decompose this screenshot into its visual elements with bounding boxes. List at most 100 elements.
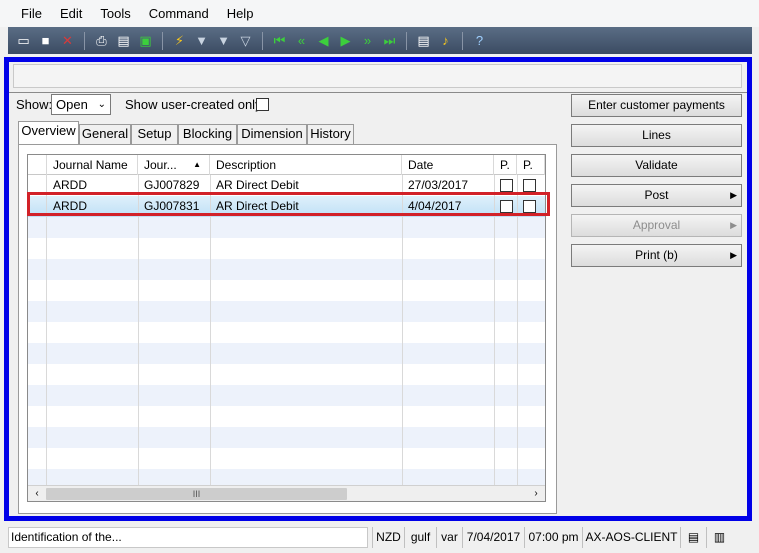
menu-file[interactable]: File xyxy=(12,0,51,27)
menu-tools[interactable]: Tools xyxy=(91,0,139,27)
help-icon[interactable]: ? xyxy=(470,31,489,50)
row-selector xyxy=(28,322,47,343)
remove-filter-icon[interactable]: ▽ xyxy=(236,31,255,50)
toolbar: ▭ ■ ✕ ⎙ ▤ ▣ ⚡ ▼ ▼ ▽ ⏮ « ◀ ▶ » ⏭ ▤ ♪ ? xyxy=(8,27,752,54)
status-date: 7/04/2017 xyxy=(462,527,524,548)
scrollbar-thumb[interactable]: III xyxy=(46,488,347,500)
previous-page-icon[interactable]: « xyxy=(292,31,311,50)
database-cylinder-icon[interactable]: ▥ xyxy=(706,527,732,548)
empty-row xyxy=(28,280,545,301)
advanced-filter-icon[interactable]: ▼ xyxy=(214,31,233,50)
toolbar-separator xyxy=(462,31,463,50)
empty-row xyxy=(28,406,545,427)
tab-general[interactable]: General xyxy=(79,124,131,144)
empty-row xyxy=(28,364,545,385)
tab-setup[interactable]: Setup xyxy=(131,124,178,144)
grid-header: Journal Name Jour... ▲ Description Date … xyxy=(28,155,545,175)
empty-row xyxy=(28,217,545,238)
header-row-selector xyxy=(28,155,47,175)
header-p2[interactable]: P. xyxy=(517,155,545,175)
post-button-label: Post xyxy=(644,188,669,202)
tab-dimension[interactable]: Dimension xyxy=(237,124,307,144)
show-dropdown-value: Open xyxy=(56,97,88,112)
print-preview-icon[interactable]: ▤ xyxy=(114,31,133,50)
status-help-text: Identification of the... xyxy=(8,527,368,548)
horizontal-scrollbar[interactable]: ‹ III › xyxy=(28,485,545,501)
status-layer: var xyxy=(436,527,462,548)
row-selector xyxy=(28,448,47,469)
info-bar xyxy=(13,64,742,88)
previous-record-icon[interactable]: ◀ xyxy=(314,31,333,50)
empty-row xyxy=(28,427,545,448)
sort-ascending-icon: ▲ xyxy=(193,160,201,169)
header-description[interactable]: Description xyxy=(210,155,402,175)
submenu-arrow-icon: ▶ xyxy=(730,190,737,200)
post-button[interactable]: Post ▶ xyxy=(571,184,742,207)
menu-command[interactable]: Command xyxy=(140,0,218,27)
status-time: 07:00 pm xyxy=(524,527,582,548)
tab-overview[interactable]: Overview xyxy=(18,121,79,145)
database-icon[interactable]: ▤ xyxy=(680,527,706,548)
empty-row xyxy=(28,448,545,469)
row-selector xyxy=(28,385,47,406)
toolbar-separator xyxy=(406,31,407,50)
delete-icon[interactable]: ✕ xyxy=(58,31,77,50)
posted-checkbox[interactable] xyxy=(500,179,513,192)
header-date[interactable]: Date xyxy=(402,155,494,175)
header-journal-name[interactable]: Journal Name xyxy=(47,155,138,175)
filter-by-selection-icon[interactable]: ▼ xyxy=(192,31,211,50)
show-label: Show: xyxy=(16,97,53,112)
attachments-icon[interactable]: ⚡ xyxy=(170,31,189,50)
last-record-icon[interactable]: ⏭ xyxy=(380,31,399,50)
approval-button-label: Approval xyxy=(632,218,681,232)
column-divider xyxy=(494,175,495,485)
header-posted[interactable]: P. xyxy=(494,155,517,175)
user-created-checkbox[interactable] xyxy=(256,98,269,111)
empty-row xyxy=(28,385,545,406)
show-dropdown[interactable]: Open ⌄ xyxy=(51,94,111,115)
export-to-excel-icon[interactable]: ▣ xyxy=(136,31,155,50)
empty-row xyxy=(28,343,545,364)
header-journal[interactable]: Jour... ▲ xyxy=(138,155,210,175)
status-bar: Identification of the... NZD gulf var 7/… xyxy=(0,524,759,553)
document-handling-icon[interactable]: ▤ xyxy=(414,31,433,50)
row-selector xyxy=(28,217,47,238)
chevron-down-icon: ⌄ xyxy=(97,99,106,110)
validate-button[interactable]: Validate xyxy=(571,154,742,177)
row-selector xyxy=(28,259,47,280)
print-icon[interactable]: ⎙ xyxy=(92,31,111,50)
empty-row xyxy=(28,322,545,343)
print-button[interactable]: Print (b) ▶ xyxy=(571,244,742,267)
toolbar-separator xyxy=(262,31,263,50)
scroll-right-icon[interactable]: › xyxy=(528,486,544,501)
toolbar-separator xyxy=(162,31,163,50)
print-button-label: Print (b) xyxy=(635,248,678,262)
scroll-left-icon[interactable]: ‹ xyxy=(29,486,45,501)
menu-edit[interactable]: Edit xyxy=(51,0,91,27)
tab-history[interactable]: History xyxy=(307,124,354,144)
empty-row xyxy=(28,301,545,322)
column-divider xyxy=(138,175,139,485)
alerts-icon[interactable]: ♪ xyxy=(436,31,455,50)
first-record-icon[interactable]: ⏮ xyxy=(270,31,289,50)
divider xyxy=(9,92,747,93)
next-page-icon[interactable]: » xyxy=(358,31,377,50)
row-selector xyxy=(28,364,47,385)
status-currency[interactable]: NZD xyxy=(372,527,404,548)
row-selector xyxy=(28,238,47,259)
p2-checkbox[interactable] xyxy=(523,179,536,192)
approval-button[interactable]: Approval ▶ xyxy=(571,214,742,237)
header-journal-label: Jour... xyxy=(144,158,177,172)
menu-help[interactable]: Help xyxy=(218,0,263,27)
enter-customer-payments-button[interactable]: Enter customer payments xyxy=(571,94,742,117)
status-company[interactable]: gulf xyxy=(404,527,436,548)
empty-row xyxy=(28,259,545,280)
selected-row-highlight xyxy=(27,192,550,216)
save-icon[interactable]: ■ xyxy=(36,31,55,50)
new-record-icon[interactable]: ▭ xyxy=(14,31,33,50)
row-selector xyxy=(28,280,47,301)
status-server: AX-AOS-CLIENT xyxy=(582,527,680,548)
next-record-icon[interactable]: ▶ xyxy=(336,31,355,50)
tab-blocking[interactable]: Blocking xyxy=(178,124,237,144)
lines-button[interactable]: Lines xyxy=(571,124,742,147)
